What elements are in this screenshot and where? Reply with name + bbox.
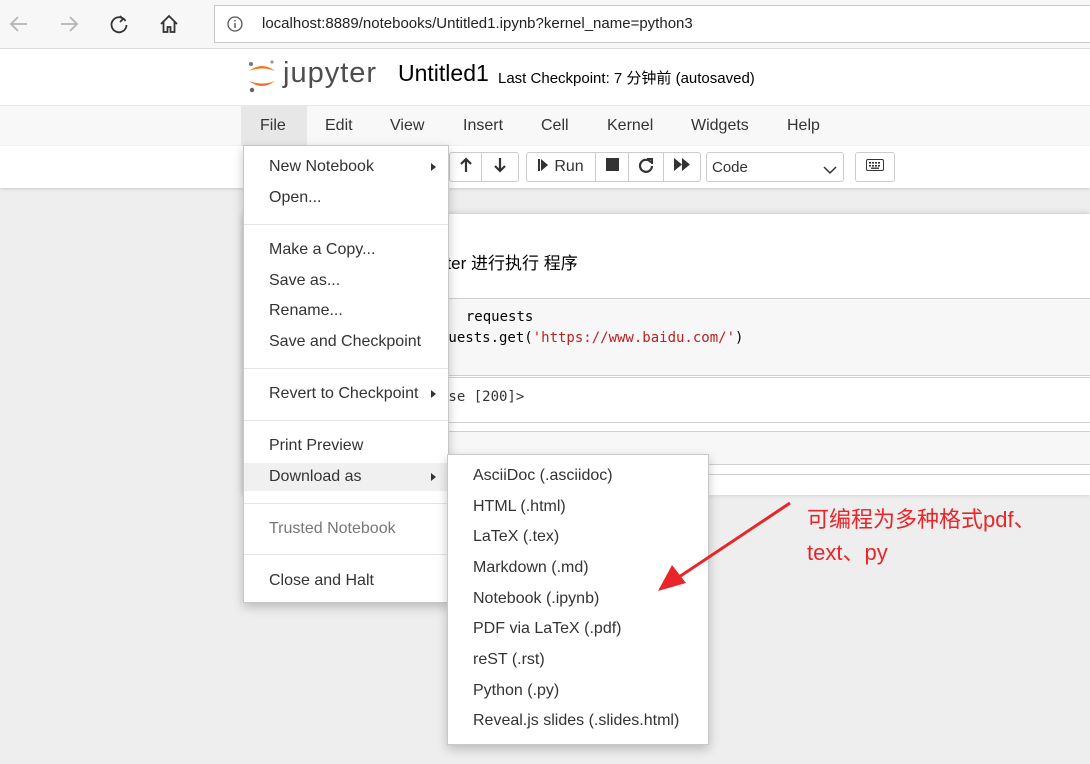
annotation-line-2: text、py [807, 540, 888, 565]
annotation-text: 可编程为多种格式pdf、 text、py [807, 503, 1036, 569]
caret-right-icon [431, 390, 436, 398]
code-line-2: quests.get('https://www.baidu.com/') [440, 330, 744, 346]
back-icon[interactable] [4, 9, 34, 39]
menu-edit[interactable]: Edit [306, 106, 372, 146]
file-menu-dropdown: New Notebook Open... Make a Copy... Save… [243, 145, 449, 603]
menu-view[interactable]: View [371, 106, 443, 146]
menu-close-halt[interactable]: Close and Halt [244, 567, 448, 595]
menu-download-as[interactable]: Download as [244, 463, 448, 491]
address-bar[interactable]: localhost:8889/notebooks/Untitled1.ipynb… [214, 5, 1090, 43]
menu-revert-checkpoint[interactable]: Revert to Checkpoint [244, 380, 448, 408]
annotation-arrow-icon [658, 501, 791, 591]
code-line-1: requests [457, 309, 534, 325]
menu-save-as[interactable]: Save as... [244, 267, 448, 295]
forward-icon[interactable] [54, 9, 84, 39]
menu-make-copy[interactable]: Make a Copy... [244, 236, 448, 264]
menu-trusted-notebook[interactable]: Trusted Notebook [244, 515, 448, 543]
caret-right-icon [431, 163, 436, 171]
jupyter-wordmark: jupyter [283, 57, 378, 89]
info-icon[interactable] [227, 16, 243, 37]
run-button[interactable]: Run [526, 152, 596, 182]
menu-widgets[interactable]: Widgets [672, 106, 768, 146]
menu-open[interactable]: Open... [244, 184, 448, 212]
keyboard-icon [866, 158, 884, 176]
annotation-line-1: 可编程为多种格式pdf、 [807, 507, 1036, 532]
menu-rename[interactable]: Rename... [244, 297, 448, 325]
menu-divider [244, 224, 448, 225]
menu-help[interactable]: Help [768, 106, 839, 146]
menu-file[interactable]: File [241, 106, 307, 146]
run-label: Run [554, 158, 584, 175]
empty-cell-bottom [704, 474, 1090, 495]
notebook-title[interactable]: Untitled1 [398, 60, 489, 87]
caret-right-icon [431, 473, 436, 481]
cell-type-value: Code [712, 159, 748, 176]
download-pdf[interactable]: PDF via LaTeX (.pdf) [448, 614, 708, 644]
url-text[interactable]: localhost:8889/notebooks/Untitled1.ipynb… [262, 6, 693, 42]
checkpoint-status: Last Checkpoint: 7 分钟前 (autosaved) [498, 70, 755, 87]
cell-type-select[interactable]: Code [706, 152, 844, 182]
download-python[interactable]: Python (.py) [448, 676, 708, 706]
menu-divider [244, 503, 448, 504]
menu-cell[interactable]: Cell [522, 106, 588, 146]
menu-save-checkpoint[interactable]: Save and Checkpoint [244, 328, 448, 356]
markdown-cell-text[interactable]: nter 进行执行 程序 [437, 249, 578, 274]
move-up-button[interactable] [449, 152, 482, 182]
arrow-up-icon [459, 156, 473, 178]
menu-insert[interactable]: Insert [444, 106, 522, 146]
interrupt-button[interactable] [595, 152, 629, 182]
download-rest[interactable]: reST (.rst) [448, 645, 708, 675]
download-asciidoc[interactable]: AsciiDoc (.asciidoc) [448, 461, 708, 491]
home-icon[interactable] [154, 9, 184, 39]
run-all-button[interactable] [663, 152, 701, 182]
fast-forward-icon [674, 158, 690, 176]
jupyter-logo-icon[interactable] [246, 58, 278, 99]
command-palette-button[interactable] [855, 152, 895, 182]
restart-icon [638, 157, 654, 178]
restart-button[interactable] [628, 152, 664, 182]
arrow-down-icon [493, 157, 507, 178]
menu-divider [244, 368, 448, 369]
refresh-icon[interactable] [104, 9, 134, 39]
output-area [430, 377, 1090, 423]
menu-kernel[interactable]: Kernel [588, 106, 672, 146]
menu-new-notebook[interactable]: New Notebook [244, 153, 448, 181]
output-text: nse [200]> [440, 389, 525, 405]
stop-icon [605, 158, 619, 176]
chevron-down-icon [823, 162, 837, 180]
menu-print-preview[interactable]: Print Preview [244, 432, 448, 460]
download-revealjs[interactable]: Reveal.js slides (.slides.html) [448, 706, 708, 736]
move-down-button[interactable] [481, 152, 519, 182]
menu-divider [244, 420, 448, 421]
step-forward-icon [538, 158, 549, 177]
menu-divider [244, 554, 448, 555]
